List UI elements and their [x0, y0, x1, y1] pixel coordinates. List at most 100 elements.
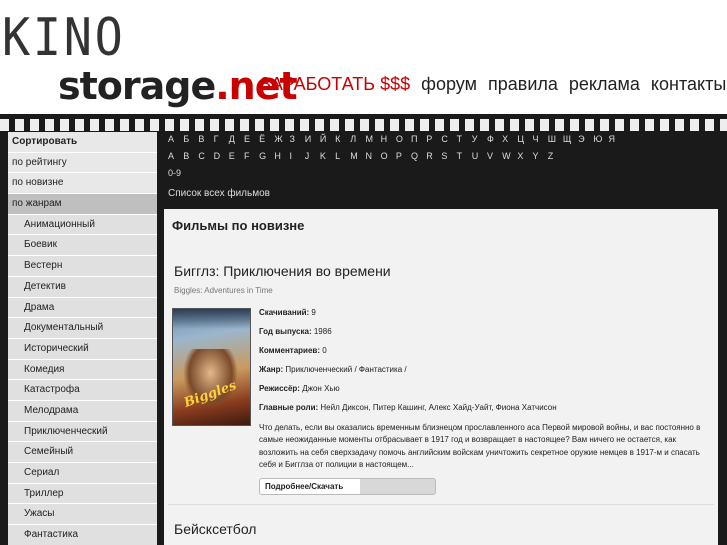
cast-value: Нейл Диксон, Питер Кашинг, Алекс Хайд-Уа… [320, 403, 557, 412]
all-films-link[interactable]: Список всех фильмов [168, 188, 270, 199]
director-label: Режиссёр: [259, 384, 300, 393]
letter-link[interactable]: К [335, 134, 350, 144]
sidebar-genre-item[interactable]: Анимационный [8, 214, 157, 236]
sidebar-genre-item[interactable]: Сериал [8, 463, 157, 484]
sidebar-genre-item[interactable]: Семейный [8, 442, 157, 463]
letter-link[interactable]: А [168, 134, 183, 144]
sidebar-genre-item[interactable]: Фантастика [8, 525, 157, 545]
letter-link[interactable]: Ш [548, 134, 563, 144]
letter-link[interactable]: М [365, 134, 380, 144]
letter-link[interactable]: У [472, 134, 487, 144]
letter-link[interactable]: I [290, 151, 305, 161]
letter-link[interactable]: Е [244, 134, 259, 144]
letter-link[interactable]: C [198, 151, 213, 161]
letter-link[interactable]: K [320, 151, 335, 161]
film-poster[interactable]: Biggles [172, 308, 251, 426]
nav-rules-link[interactable]: правила [488, 74, 558, 94]
genre-list: Анимационный Боевик Вестерн Детектив Драма До… [8, 214, 157, 545]
letter-link[interactable]: Д [229, 134, 244, 144]
letter-link[interactable]: Ю [593, 134, 608, 144]
letter-link[interactable]: A [168, 151, 183, 161]
letter-link[interactable]: X [517, 151, 532, 161]
letter-link[interactable]: G [259, 151, 274, 161]
letter-link[interactable]: Б [183, 134, 198, 144]
letter-link[interactable]: П [411, 134, 426, 144]
letter-link[interactable]: B [183, 151, 198, 161]
genre-value[interactable]: Приключенческий / Фантастика / [285, 365, 406, 374]
letter-link[interactable]: M [350, 151, 365, 161]
sidebar-genre-item[interactable]: Вестерн [8, 256, 157, 277]
film-year: Год выпуска: 1986 [259, 327, 332, 336]
letter-link[interactable]: Ж [274, 134, 289, 144]
sidebar-genre-item[interactable]: Драма [8, 297, 157, 319]
nav-forum-link[interactable]: форум [421, 74, 477, 94]
alphabet-digits-link[interactable]: 0-9 [168, 168, 181, 178]
film-title-link[interactable]: Бигглз: Приключения во времени [174, 263, 391, 279]
letter-link[interactable]: Я [608, 134, 623, 144]
letter-link[interactable]: E [229, 151, 244, 161]
letter-link[interactable]: Х [502, 134, 517, 144]
letter-link[interactable]: P [396, 151, 411, 161]
letter-link[interactable]: Л [350, 134, 365, 144]
letter-link[interactable]: J [305, 151, 320, 161]
sidebar-genre-item[interactable]: Боевик [8, 235, 157, 257]
letter-link[interactable]: Т [457, 134, 472, 144]
film-strip-holes [0, 119, 727, 131]
letter-link[interactable]: F [244, 151, 259, 161]
film-original-title: Biggles: Adventures in Time [174, 286, 273, 295]
letter-link[interactable]: L [335, 151, 350, 161]
letter-link[interactable]: Н [381, 134, 396, 144]
site-header: KINO storage.net ЗАРАБОТАТЬ $$$ форум пр… [0, 0, 727, 114]
sidebar-genre-item[interactable]: Катастрофа [8, 380, 157, 401]
sidebar-genre-item[interactable]: Приключенческий [8, 421, 157, 443]
letter-link[interactable]: D [214, 151, 229, 161]
letter-link[interactable]: Ц [517, 134, 532, 144]
letter-link[interactable]: Q [411, 151, 426, 161]
letter-link[interactable]: O [381, 151, 396, 161]
sidebar-genre-item[interactable]: Комедия [8, 359, 157, 381]
letter-link[interactable]: T [457, 151, 472, 161]
letter-link[interactable]: Y [533, 151, 548, 161]
sidebar-genre-item[interactable]: Документальный [8, 318, 157, 339]
letter-link[interactable]: V [487, 151, 502, 161]
poster-title: Biggles [182, 378, 239, 411]
sidebar-item-by-newness[interactable]: по новизне [8, 173, 157, 195]
letter-link[interactable]: С [441, 134, 456, 144]
sidebar-genre-item[interactable]: Детектив [8, 276, 157, 298]
letter-link[interactable]: W [502, 151, 517, 161]
letter-link[interactable]: Э [578, 134, 593, 144]
letter-link[interactable]: Ф [487, 134, 502, 144]
nav-contacts-link[interactable]: контакты [651, 74, 726, 94]
letter-link[interactable]: З [290, 134, 305, 144]
logo-storage-name: storage [58, 64, 216, 108]
downloads-value: 9 [311, 308, 316, 317]
nav-ads-link[interactable]: реклама [569, 74, 640, 94]
sidebar-genre-item[interactable]: Мелодрама [8, 400, 157, 422]
sidebar-item-by-genre[interactable]: по жанрам [8, 194, 157, 215]
letter-link[interactable]: И [305, 134, 320, 144]
nav-earn-link[interactable]: ЗАРАБОТАТЬ $$$ [260, 74, 410, 94]
letter-link[interactable]: Р [426, 134, 441, 144]
letter-link[interactable]: R [426, 151, 441, 161]
logo-kino[interactable]: KINO [2, 8, 126, 68]
sidebar-genre-item[interactable]: Исторический [8, 338, 157, 360]
letter-link[interactable]: Щ [563, 134, 578, 144]
section-title: Фильмы по новизне [172, 218, 305, 233]
letter-link[interactable]: S [441, 151, 456, 161]
letter-link[interactable]: U [472, 151, 487, 161]
letter-link[interactable]: Ч [533, 134, 548, 144]
letter-link[interactable]: О [396, 134, 411, 144]
letter-link[interactable]: N [365, 151, 380, 161]
letter-link[interactable]: Г [214, 134, 229, 144]
letter-link[interactable]: Z [548, 151, 563, 161]
letter-link[interactable]: H [274, 151, 289, 161]
letter-link[interactable]: Ё [259, 134, 274, 144]
more-download-button[interactable]: Подробнее/Скачать [259, 478, 436, 495]
sidebar-item-by-rating[interactable]: по рейтингу [8, 153, 157, 174]
letter-link[interactable]: Й [320, 134, 335, 144]
letter-link[interactable]: В [198, 134, 213, 144]
film-title-link-2[interactable]: Бейсксетбол [174, 521, 256, 537]
film-cast: Главные роли: Нейл Диксон, Питер Кашинг,… [259, 403, 557, 412]
sidebar-genre-item[interactable]: Ужасы [8, 504, 157, 526]
sidebar-genre-item[interactable]: Триллер [8, 483, 157, 505]
